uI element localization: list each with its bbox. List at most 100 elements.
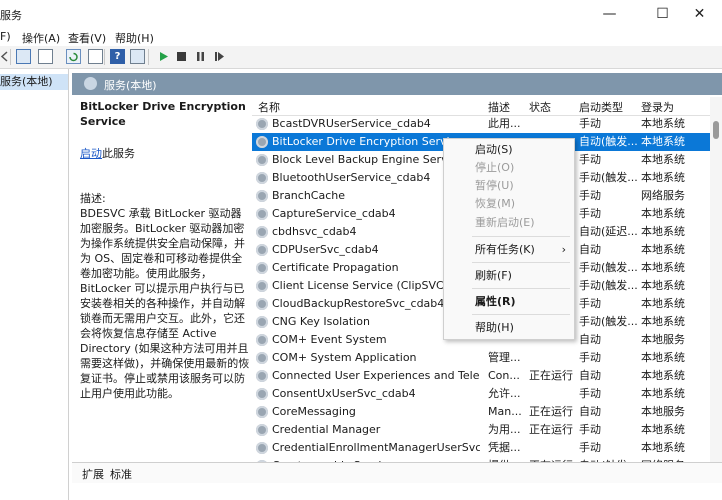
cell-name: Credential Manager	[272, 423, 381, 436]
cell-logon: 本地系统	[641, 315, 685, 328]
start-service-suffix: 此服务	[102, 147, 135, 160]
menu-view[interactable]: 查看(V)	[68, 30, 106, 46]
table-row[interactable]: COM+ System Application 管理... 手动 本地系统	[252, 349, 712, 367]
cell-name: ConsentUxUserSvc_cdab4	[272, 387, 416, 400]
menu-item-properties[interactable]: 属性(R)	[444, 293, 574, 311]
cell-name: CoreMessaging	[272, 405, 356, 418]
cell-startup-type: 自动(触发...	[579, 135, 638, 148]
menu-item-pause-label: 暂停(U)	[475, 179, 514, 192]
toolbar-separator	[148, 49, 149, 65]
refresh-icon[interactable]	[66, 49, 81, 64]
column-header-logon[interactable]: 登录为	[641, 99, 674, 115]
cell-logon: 本地系统	[641, 423, 685, 436]
column-header-name[interactable]: 名称	[258, 99, 280, 115]
menu-item-refresh-label: 刷新(F)	[475, 269, 512, 282]
tree-item-services-local[interactable]: 服务(本地)	[0, 74, 68, 90]
table-row[interactable]: CredentialEnrollmentManagerUserSvc_cdab4…	[252, 439, 712, 457]
pane-header: 服务(本地)	[72, 73, 722, 95]
gear-icon	[256, 334, 268, 346]
cell-name: COM+ System Application	[272, 351, 417, 364]
menu-item-restart-label: 重新启动(E)	[475, 216, 535, 229]
menu-item-properties-label: 属性(R)	[475, 295, 516, 308]
help-icon[interactable]: ?	[110, 49, 125, 64]
menu-bar: F) 操作(A) 查看(V) 帮助(H)	[0, 28, 722, 47]
toolbar-separator	[10, 49, 11, 65]
cell-startup-type: 手动	[579, 207, 601, 220]
gear-icon	[256, 118, 268, 130]
tab-standard[interactable]: 标准	[110, 466, 132, 482]
cell-logon: 本地系统	[641, 117, 685, 130]
cell-status: 正在运行	[529, 423, 573, 436]
menu-separator	[472, 236, 570, 237]
cell-desc: Con...	[488, 369, 520, 382]
close-button[interactable]: ✕	[677, 0, 722, 28]
column-header-status[interactable]: 状态	[529, 99, 551, 115]
show-pane-icon[interactable]	[130, 49, 145, 64]
gear-icon	[256, 136, 268, 148]
cell-logon: 本地系统	[641, 351, 685, 364]
column-header-desc[interactable]: 描述	[488, 99, 510, 115]
minimize-button[interactable]: —	[587, 0, 632, 28]
gear-icon	[256, 424, 268, 436]
menu-help[interactable]: 帮助(H)	[115, 30, 154, 46]
pause-icon[interactable]	[193, 49, 208, 64]
cell-startup-type: 手动(触发...	[579, 171, 638, 184]
table-row[interactable]: Connected User Experiences and Telemetry…	[252, 367, 712, 385]
gear-icon	[256, 352, 268, 364]
context-menu: 启动(S) 停止(O) 暂停(U) 恢复(M) 重新启动(E) 所有任务(K) ›…	[443, 138, 575, 340]
tab-extended[interactable]: 扩展	[82, 466, 104, 482]
gear-icon	[256, 154, 268, 166]
export-icon[interactable]	[88, 49, 103, 64]
view-tabs: 扩展 标准	[72, 462, 722, 483]
menu-item-resume-label: 恢复(M)	[475, 197, 516, 210]
menu-file[interactable]: F)	[0, 30, 11, 43]
cell-startup-type: 手动	[579, 423, 601, 436]
menu-item-stop: 停止(O)	[444, 159, 574, 177]
submenu-arrow-icon: ›	[561, 243, 566, 256]
cell-logon: 本地系统	[641, 261, 685, 274]
menu-item-all-tasks[interactable]: 所有任务(K) ›	[444, 241, 574, 259]
menu-item-refresh[interactable]: 刷新(F)	[444, 267, 574, 285]
gear-icon	[256, 388, 268, 400]
description-text: BDESVC 承载 BitLocker 驱动器加密服务。BitLocker 驱动…	[80, 207, 250, 400]
stop-icon[interactable]	[174, 49, 189, 64]
scrollbar-thumb[interactable]	[713, 121, 719, 139]
gear-icon	[256, 208, 268, 220]
table-row[interactable]: ConsentUxUserSvc_cdab4 允许... 手动 本地系统	[252, 385, 712, 403]
menu-item-help-label: 帮助(H)	[475, 321, 514, 334]
cell-logon: 本地系统	[641, 243, 685, 256]
menu-item-help[interactable]: 帮助(H)	[444, 319, 574, 337]
menu-item-start[interactable]: 启动(S)	[444, 141, 574, 159]
cell-startup-type: 手动	[579, 441, 601, 454]
table-row[interactable]: CoreMessaging Man... 正在运行 自动 本地服务	[252, 403, 712, 421]
cell-desc: 此用...	[488, 117, 521, 130]
table-row[interactable]: BcastDVRUserService_cdab4 此用... 手动 本地系统	[252, 115, 712, 133]
menu-separator	[472, 262, 570, 263]
cell-desc: Man...	[488, 405, 522, 418]
cell-startup-type: 自动	[579, 333, 601, 346]
cell-name: Connected User Experiences and Telemetry	[272, 369, 480, 382]
cell-logon: 本地系统	[641, 207, 685, 220]
vertical-scrollbar[interactable]	[710, 97, 722, 469]
cell-startup-type: 自动(延迟...	[579, 225, 638, 238]
restart-icon[interactable]	[212, 49, 227, 64]
menu-item-pause: 暂停(U)	[444, 177, 574, 195]
properties-icon[interactable]	[38, 49, 53, 64]
column-header-row: 名称 描述 状态 启动类型 登录为	[252, 97, 722, 116]
window-title: 服务	[0, 9, 22, 22]
start-service-link[interactable]: 启动	[80, 147, 102, 160]
back-icon[interactable]	[0, 49, 8, 64]
toolbar-separator	[104, 49, 105, 65]
menu-item-resume: 恢复(M)	[444, 195, 574, 213]
start-icon[interactable]	[156, 49, 171, 64]
table-row[interactable]: Credential Manager 为用... 正在运行 手动 本地系统	[252, 421, 712, 439]
column-header-startup-type[interactable]: 启动类型	[579, 99, 623, 115]
cell-logon: 本地系统	[641, 369, 685, 382]
cell-logon: 网络服务	[641, 189, 685, 202]
menu-action[interactable]: 操作(A)	[22, 30, 60, 46]
console-tree-icon[interactable]	[16, 49, 31, 64]
menu-item-restart: 重新启动(E)	[444, 214, 574, 232]
cell-logon: 本地系统	[641, 225, 685, 238]
menu-item-all-tasks-label: 所有任务(K)	[475, 243, 535, 256]
cell-startup-type: 手动	[579, 387, 601, 400]
